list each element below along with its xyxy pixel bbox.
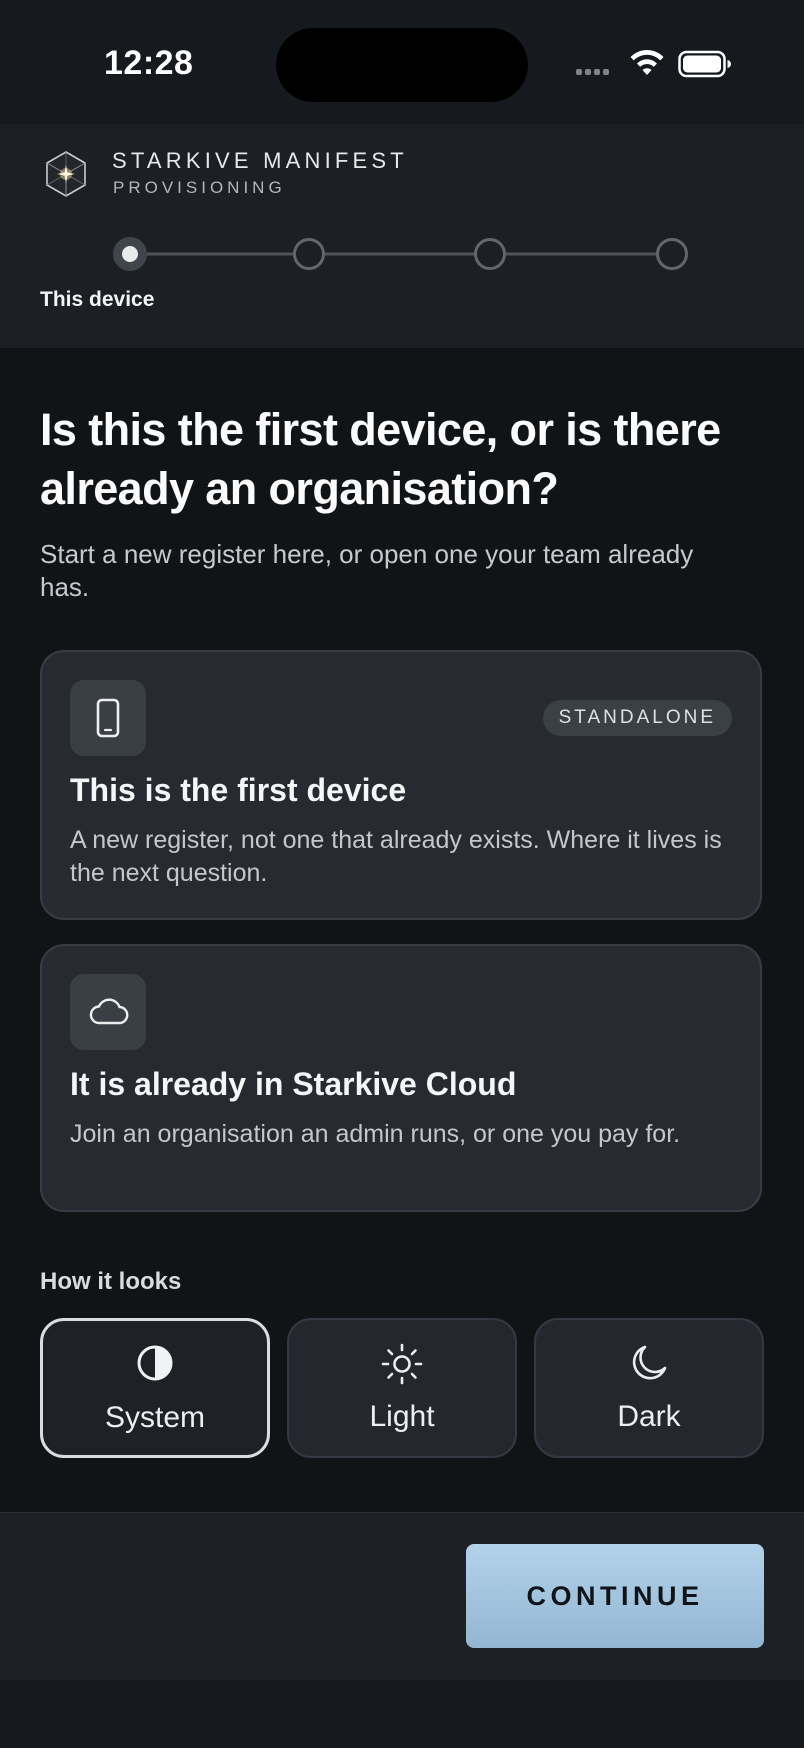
option-title: This is the first device	[70, 772, 407, 808]
theme-label: Light	[369, 1400, 435, 1433]
status-bar: 12:28	[0, 0, 804, 124]
sun-icon	[289, 1342, 515, 1386]
step-2	[293, 238, 325, 270]
current-step-label: This device	[40, 288, 155, 311]
step-4	[656, 238, 688, 270]
theme-system-button[interactable]: System	[40, 1318, 270, 1458]
theme-label: Dark	[617, 1400, 681, 1433]
step-1-current	[113, 237, 147, 271]
option-description: A new register, not one that already exi…	[70, 826, 722, 887]
page-title: Is this the first device, or is there al…	[40, 404, 721, 514]
cellular-signal-icon	[576, 62, 618, 75]
appearance-label: How it looks	[40, 1268, 182, 1295]
moon-icon	[536, 1342, 762, 1386]
continue-button[interactable]: CONTINUE	[466, 1544, 764, 1648]
theme-label: System	[104, 1401, 206, 1434]
home-indicator-area	[0, 1680, 804, 1748]
standalone-badge: STANDALONE	[542, 700, 732, 736]
step-3	[474, 238, 506, 270]
half-circle-icon	[43, 1343, 267, 1387]
wifi-icon	[630, 50, 664, 75]
theme-dark-button[interactable]: Dark	[534, 1318, 764, 1458]
option-title: It is already in Starkive Cloud	[70, 1066, 517, 1102]
battery-icon	[678, 50, 731, 78]
theme-light-button[interactable]: Light	[287, 1318, 517, 1458]
option-first-device[interactable]: STANDALONE This is the first device A ne…	[40, 650, 762, 920]
brand-subtitle: PROVISIONING	[113, 178, 286, 197]
option-description: Join an organisation an admin runs, or o…	[70, 1120, 681, 1148]
progress-stepper	[113, 237, 688, 271]
brand-title: STARKIVE MANIFEST	[112, 148, 408, 173]
page-subtitle: Start a new register here, or open one y…	[40, 539, 694, 602]
dynamic-island	[276, 28, 528, 102]
cloud-icon	[70, 974, 146, 1050]
option-starkive-cloud[interactable]: It is already in Starkive Cloud Join an …	[40, 944, 762, 1212]
starkive-logo-icon	[46, 151, 86, 197]
phone-icon	[70, 680, 146, 756]
status-time: 12:28	[104, 44, 194, 82]
